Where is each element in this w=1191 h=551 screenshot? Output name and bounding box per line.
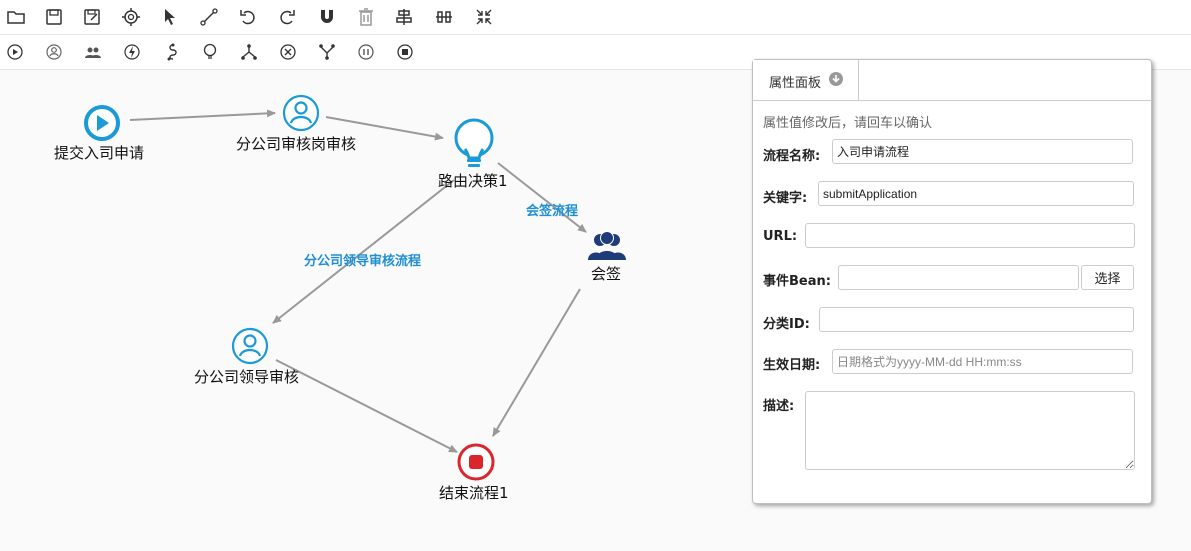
countersign-label: 会签	[591, 265, 622, 283]
select-bean-button[interactable]: 选择	[1081, 265, 1134, 290]
property-panel-tab-label: 属性面板	[769, 76, 822, 91]
user-task-icon[interactable]	[44, 42, 64, 62]
edge-decision-to-countersign	[497, 162, 587, 233]
edge-countersign-to-end	[492, 288, 581, 437]
pause-icon[interactable]	[356, 42, 376, 62]
effective-date-input[interactable]	[832, 349, 1133, 374]
url-input[interactable]	[805, 223, 1135, 248]
description-label: 描述:	[763, 399, 795, 414]
end-node-icon[interactable]	[395, 42, 415, 62]
collapse-icon[interactable]	[474, 7, 494, 27]
countersign-node[interactable]	[586, 230, 628, 262]
end-node[interactable]	[456, 442, 496, 482]
start-node-icon[interactable]	[5, 42, 25, 62]
edit-hint: 属性值修改后，请回车以确认	[763, 116, 933, 131]
effective-date-label: 生效日期:	[763, 358, 821, 373]
end-label: 结束流程1	[439, 484, 509, 502]
edge-label-leader-flow[interactable]: 分公司领导审核流程	[304, 250, 421, 269]
open-folder-icon[interactable]	[6, 7, 26, 27]
decision-icon[interactable]	[200, 42, 220, 62]
fork-icon[interactable]	[239, 42, 259, 62]
undo-icon[interactable]	[238, 7, 258, 27]
save-as-icon[interactable]	[82, 7, 102, 27]
event-bean-input[interactable]	[838, 265, 1079, 290]
play-icon	[84, 105, 120, 141]
group-icon	[588, 231, 626, 260]
process-name-label: 流程名称:	[763, 149, 821, 164]
collapse-down-icon[interactable]	[829, 72, 843, 86]
pointer-icon[interactable]	[160, 7, 180, 27]
stop-icon	[457, 443, 495, 481]
main-toolbar	[0, 0, 1191, 35]
magnet-icon[interactable]	[317, 7, 337, 27]
settings-globe-icon[interactable]	[121, 7, 141, 27]
category-id-label: 分类ID:	[763, 317, 810, 332]
align-middle-icon[interactable]	[434, 7, 454, 27]
countersign-icon[interactable]	[83, 42, 103, 62]
leader-review-node[interactable]	[230, 326, 270, 366]
edge-start-to-branch-review	[129, 109, 276, 121]
edge-leader-review-to-end	[275, 359, 458, 453]
process-name-input[interactable]	[832, 139, 1133, 164]
decision-node[interactable]	[451, 118, 497, 172]
key-input[interactable]	[818, 181, 1134, 206]
branch-review-node[interactable]	[281, 93, 321, 133]
url-label: URL:	[763, 229, 798, 244]
align-center-icon[interactable]	[394, 7, 414, 27]
property-panel-tab[interactable]: 属性面板	[753, 60, 859, 100]
panel-tabbar: 属性面板	[753, 60, 1151, 101]
redo-icon[interactable]	[277, 7, 297, 27]
branch-review-label: 分公司审核岗审核	[236, 135, 357, 153]
edge-label-countersign-flow[interactable]: 会签流程	[526, 200, 578, 219]
connector-icon[interactable]	[199, 7, 219, 27]
event-bean-label: 事件Bean:	[763, 274, 831, 289]
decision-label: 路由决策1	[438, 172, 508, 190]
delete-icon[interactable]	[356, 7, 376, 27]
start-node[interactable]	[82, 103, 122, 143]
join-icon[interactable]	[278, 42, 298, 62]
user-icon	[231, 327, 269, 365]
auto-task-icon[interactable]	[122, 42, 142, 62]
lightbulb-icon	[454, 118, 494, 167]
property-panel: 属性面板 属性值修改后，请回车以确认 流程名称: 关键字: URL: 事件Bea…	[752, 59, 1152, 504]
start-node-label: 提交入司申请	[54, 144, 145, 162]
user-icon	[282, 94, 320, 132]
category-id-input[interactable]	[819, 307, 1134, 332]
description-textarea[interactable]	[805, 391, 1135, 470]
subprocess-icon[interactable]	[161, 42, 181, 62]
merge-icon[interactable]	[317, 42, 337, 62]
save-icon[interactable]	[44, 7, 64, 27]
key-label: 关键字:	[763, 191, 808, 206]
leader-review-label: 分公司领导审核	[194, 368, 300, 386]
